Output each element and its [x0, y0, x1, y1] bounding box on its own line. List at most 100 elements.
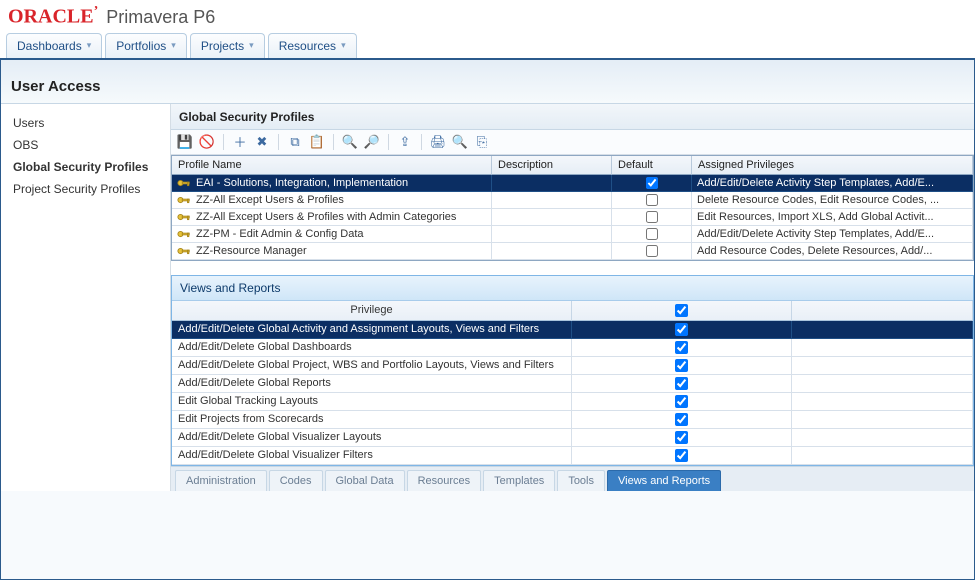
- col-assigned-privileges[interactable]: Assigned Privileges: [692, 156, 973, 175]
- cell-spacer: [792, 411, 973, 429]
- cell-privilege-check: [572, 429, 792, 447]
- default-checkbox[interactable]: [646, 228, 658, 240]
- table-row[interactable]: Add/Edit/Delete Global Visualizer Layout…: [172, 429, 973, 447]
- default-checkbox[interactable]: [646, 177, 658, 189]
- cell-spacer: [792, 393, 973, 411]
- cell-spacer: [792, 339, 973, 357]
- tab-tools[interactable]: Tools: [557, 470, 605, 491]
- copy-icon[interactable]: ⧉: [287, 134, 303, 150]
- privilege-checkbox[interactable]: [675, 449, 688, 462]
- col-privilege[interactable]: Privilege: [172, 301, 572, 321]
- brand-logo: ORACLE’: [8, 4, 98, 29]
- tab-templates[interactable]: Templates: [483, 470, 555, 491]
- table-row[interactable]: Add/Edit/Delete Global Project, WBS and …: [172, 357, 973, 375]
- cell-privilege-check: [572, 321, 792, 339]
- nav-tab-label: Dashboards: [17, 39, 82, 53]
- cell-description: [492, 192, 612, 209]
- tab-global-data[interactable]: Global Data: [325, 470, 405, 491]
- page-title: User Access: [1, 60, 974, 104]
- tab-administration[interactable]: Administration: [175, 470, 267, 491]
- table-row[interactable]: Edit Global Tracking Layouts: [172, 393, 973, 411]
- add-icon[interactable]: ＋: [232, 134, 248, 150]
- table-row[interactable]: Add/Edit/Delete Global Visualizer Filter…: [172, 447, 973, 465]
- cell-default: [612, 226, 692, 243]
- privilege-checkbox[interactable]: [675, 395, 688, 408]
- privilege-checkbox[interactable]: [675, 431, 688, 444]
- table-row[interactable]: Add/Edit/Delete Global Activity and Assi…: [172, 321, 973, 339]
- cell-privilege-label: Edit Global Tracking Layouts: [172, 393, 572, 411]
- profiles-grid-header: Profile Name Description Default Assigne…: [172, 156, 973, 175]
- separator: [223, 134, 224, 150]
- save-icon[interactable]: 💾: [177, 134, 193, 150]
- export-icon[interactable]: ⎘: [474, 134, 490, 150]
- table-row[interactable]: Edit Projects from Scorecards: [172, 411, 973, 429]
- privileges-panel: Views and Reports Privilege Add/Edit/Del…: [171, 275, 974, 466]
- tab-codes[interactable]: Codes: [269, 470, 323, 491]
- cell-description: [492, 226, 612, 243]
- default-checkbox[interactable]: [646, 194, 658, 206]
- cell-default: [612, 243, 692, 260]
- table-row[interactable]: ZZ-All Except Users & Profiles with Admi…: [172, 209, 973, 226]
- chevron-down-icon: ▾: [87, 40, 92, 51]
- privilege-checkbox[interactable]: [675, 323, 688, 336]
- cell-privilege-label: Add/Edit/Delete Global Reports: [172, 375, 572, 393]
- sidebar-item-obs[interactable]: OBS: [9, 134, 170, 156]
- privilege-checkbox[interactable]: [675, 377, 688, 390]
- nav-tab-dashboards[interactable]: Dashboards ▾: [6, 33, 102, 58]
- bottom-tabs: Administration Codes Global Data Resourc…: [171, 466, 974, 491]
- table-row[interactable]: EAI - Solutions, Integration, Implementa…: [172, 175, 973, 192]
- key-icon: [177, 194, 191, 206]
- tab-views-and-reports[interactable]: Views and Reports: [607, 470, 721, 491]
- main-nav: Dashboards ▾ Portfolios▾ Projects▾ Resour…: [0, 31, 975, 60]
- table-row[interactable]: ZZ-Resource ManagerAdd Resource Codes, D…: [172, 243, 973, 260]
- paste-icon[interactable]: 📋: [309, 134, 325, 150]
- side-nav: Users OBS Global Security Profiles Proje…: [1, 104, 171, 491]
- sidebar-item-project-security-profiles[interactable]: Project Security Profiles: [9, 178, 170, 200]
- nav-tab-resources[interactable]: Resources▾: [268, 33, 357, 58]
- col-privilege-check[interactable]: [572, 301, 792, 321]
- delete-icon[interactable]: ✖: [254, 134, 270, 150]
- col-default[interactable]: Default: [612, 156, 692, 175]
- privilege-checkbox[interactable]: [675, 341, 688, 354]
- privilege-checkbox[interactable]: [675, 359, 688, 372]
- col-privilege-spacer: [792, 301, 973, 321]
- key-icon: [177, 245, 191, 257]
- tab-resources[interactable]: Resources: [407, 470, 482, 491]
- cell-privilege-label: Add/Edit/Delete Global Project, WBS and …: [172, 357, 572, 375]
- profiles-panel-title: Global Security Profiles: [171, 104, 974, 130]
- table-row[interactable]: ZZ-All Except Users & ProfilesDelete Res…: [172, 192, 973, 209]
- privilege-header-checkbox[interactable]: [675, 304, 688, 317]
- app-header: ORACLE’ Primavera P6: [0, 0, 975, 31]
- nav-tab-projects[interactable]: Projects▾: [190, 33, 265, 58]
- col-profile-name[interactable]: Profile Name: [172, 156, 492, 175]
- table-row[interactable]: Add/Edit/Delete Global Dashboards: [172, 339, 973, 357]
- cell-spacer: [792, 429, 973, 447]
- find-next-icon[interactable]: 🔎: [364, 134, 380, 150]
- default-checkbox[interactable]: [646, 211, 658, 223]
- workspace: User Access Users OBS Global Security Pr…: [0, 60, 975, 580]
- nav-tab-label: Portfolios: [116, 39, 166, 53]
- sidebar-item-global-security-profiles[interactable]: Global Security Profiles: [9, 156, 170, 178]
- sidebar-item-users[interactable]: Users: [9, 112, 170, 134]
- cell-spacer: [792, 321, 973, 339]
- cell-privilege-check: [572, 375, 792, 393]
- table-row[interactable]: ZZ-PM - Edit Admin & Config DataAdd/Edit…: [172, 226, 973, 243]
- import-icon[interactable]: ⇪: [397, 134, 413, 150]
- find-icon[interactable]: 🔍: [342, 134, 358, 150]
- privilege-checkbox[interactable]: [675, 413, 688, 426]
- cell-description: [492, 243, 612, 260]
- default-checkbox[interactable]: [646, 245, 658, 257]
- cell-privileges: Add/Edit/Delete Activity Step Templates,…: [692, 175, 973, 192]
- print-icon[interactable]: 🖨: [430, 134, 446, 150]
- cell-privilege-label: Add/Edit/Delete Global Activity and Assi…: [172, 321, 572, 339]
- key-icon: [177, 228, 191, 240]
- toolbar: 💾 🚫 ＋ ✖ ⧉ 📋 🔍 🔎 ⇪ 🖨 🔍 ⎘: [171, 130, 974, 155]
- cell-default: [612, 175, 692, 192]
- table-row[interactable]: Add/Edit/Delete Global Reports: [172, 375, 973, 393]
- nav-tab-portfolios[interactable]: Portfolios▾: [105, 33, 187, 58]
- key-icon: [177, 177, 191, 189]
- col-description[interactable]: Description: [492, 156, 612, 175]
- cell-privilege-check: [572, 339, 792, 357]
- preview-icon[interactable]: 🔍: [452, 134, 468, 150]
- cancel-icon[interactable]: 🚫: [199, 134, 215, 150]
